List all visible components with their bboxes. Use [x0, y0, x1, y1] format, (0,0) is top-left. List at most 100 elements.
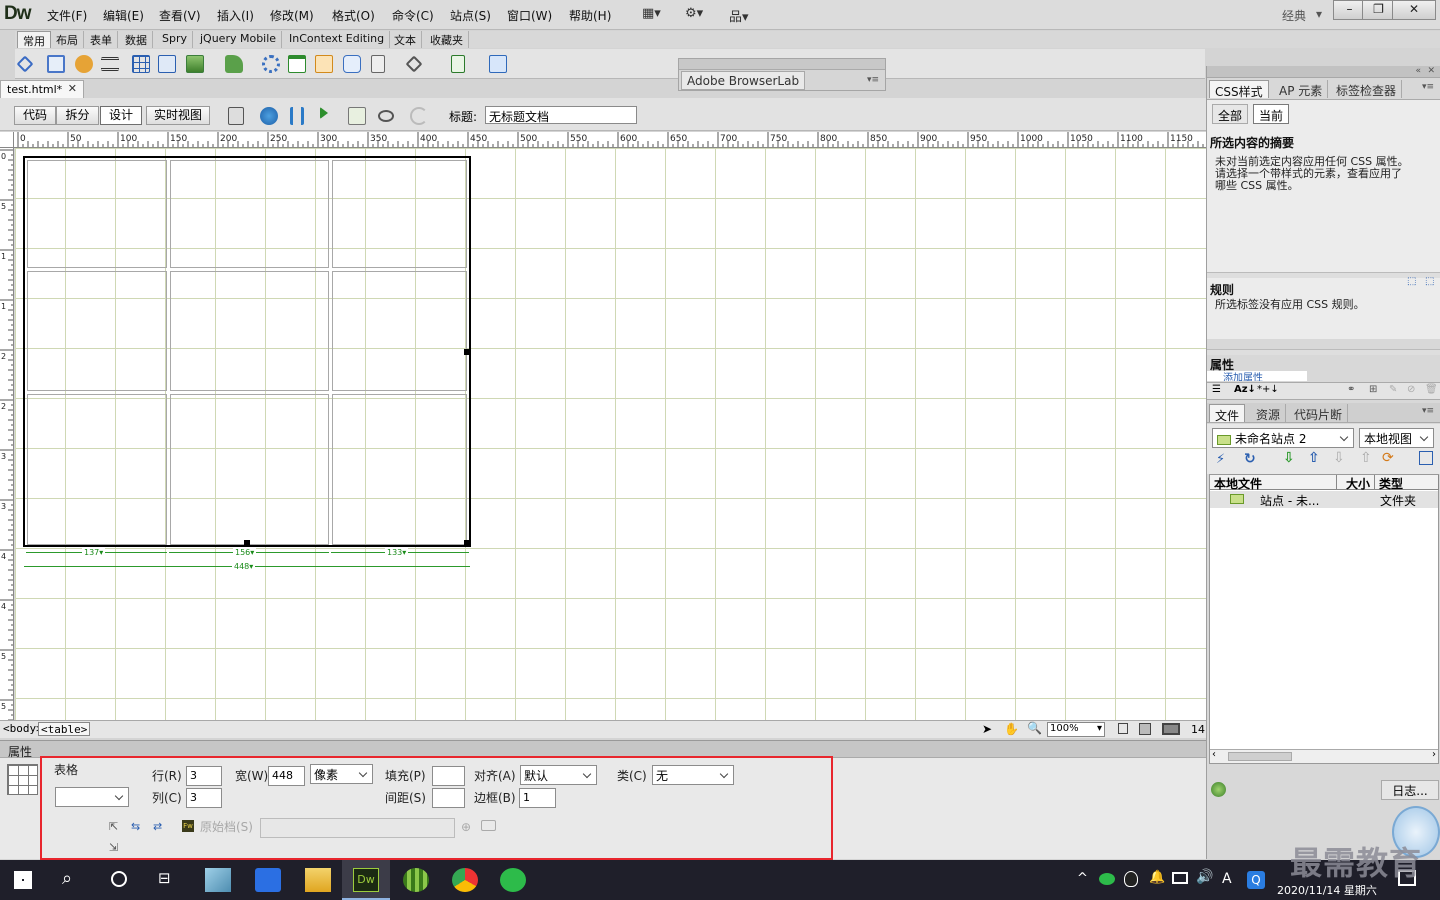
- insert-tab-jquery-mobile[interactable]: jQuery Mobile: [195, 31, 283, 48]
- category-view-icon[interactable]: ☰: [1212, 384, 1221, 395]
- task-view-icon[interactable]: ⊟: [158, 869, 171, 887]
- date-icon[interactable]: [288, 55, 306, 73]
- expand-icon[interactable]: [1419, 451, 1433, 465]
- menu-view[interactable]: 查看(V): [159, 7, 201, 24]
- wps-icon[interactable]: [255, 868, 281, 892]
- email-link-icon[interactable]: [47, 55, 65, 73]
- site-icon[interactable]: 品▾: [729, 6, 749, 25]
- chrome-icon[interactable]: [452, 868, 478, 892]
- script-icon[interactable]: [405, 55, 423, 73]
- file-management-icon[interactable]: [290, 107, 304, 125]
- tab-css-styles[interactable]: CSS样式: [1209, 80, 1269, 99]
- design-view-button[interactable]: 设计: [100, 106, 142, 125]
- current-mode-button[interactable]: 当前: [1253, 104, 1290, 124]
- document-title-input[interactable]: 无标题文档: [485, 106, 637, 124]
- hyperlink-icon[interactable]: [16, 55, 34, 73]
- pointer-tool-icon[interactable]: ➤: [982, 722, 992, 736]
- table-icon[interactable]: [132, 55, 150, 73]
- insert-tab-favorites[interactable]: 收藏夹: [425, 31, 469, 48]
- menu-edit[interactable]: 编辑(E): [103, 7, 144, 24]
- synchronize-icon[interactable]: ⟳: [1382, 450, 1394, 466]
- table-cell[interactable]: [332, 271, 467, 391]
- tag-chooser-icon[interactable]: [489, 55, 507, 73]
- tab-files[interactable]: 文件: [1209, 404, 1246, 423]
- widget-icon[interactable]: [262, 55, 280, 73]
- scroll-left-icon[interactable]: ‹: [1212, 749, 1216, 760]
- desktop-size-icon[interactable]: [1162, 723, 1180, 735]
- menu-commands[interactable]: 命令(C): [392, 7, 434, 24]
- pane-divider[interactable]: [1207, 272, 1440, 278]
- site-select[interactable]: 未命名站点 2: [1212, 428, 1354, 448]
- live-view-button[interactable]: 实时视图: [146, 106, 210, 125]
- media-icon[interactable]: [225, 55, 243, 73]
- menu-insert[interactable]: 插入(I): [217, 7, 254, 24]
- tab-ap-elements[interactable]: AP 元素: [1274, 80, 1329, 98]
- volume-icon[interactable]: 🔊: [1196, 869, 1213, 885]
- menu-site[interactable]: 站点(S): [450, 7, 491, 24]
- tab-assets[interactable]: 资源: [1251, 404, 1287, 422]
- horizontal-rule-icon[interactable]: [101, 57, 119, 71]
- hand-tool-icon[interactable]: ✋: [1004, 722, 1019, 736]
- panel-menu-icon[interactable]: ▾≡: [867, 75, 879, 85]
- list-item[interactable]: 站点 - 未... 文件夹: [1210, 491, 1438, 508]
- insert-tab-data[interactable]: 数据: [120, 31, 153, 48]
- add-property-link[interactable]: 添加属性: [1223, 371, 1263, 381]
- refresh-files-icon[interactable]: ↻: [1244, 451, 1256, 467]
- ime-indicator[interactable]: A: [1222, 871, 1232, 887]
- panel-grip[interactable]: « ✕: [1207, 66, 1440, 78]
- column-type[interactable]: 类型: [1375, 475, 1439, 491]
- resize-handle-corner[interactable]: [464, 540, 470, 546]
- all-mode-button[interactable]: 全部: [1212, 104, 1249, 124]
- table-cell[interactable]: [332, 394, 467, 545]
- files-options-icon[interactable]: ▾≡: [1422, 406, 1434, 416]
- horizontal-scrollbar[interactable]: ‹ ›: [1210, 749, 1438, 763]
- table-width-label[interactable]: 448▾: [232, 562, 256, 571]
- div-icon[interactable]: [158, 55, 176, 73]
- refresh-icon[interactable]: [410, 107, 428, 125]
- menu-window[interactable]: 窗口(W): [507, 7, 552, 24]
- alphabetical-view-icon[interactable]: Az↓: [1234, 384, 1256, 395]
- ruler-origin[interactable]: [0, 132, 14, 148]
- cortana-icon[interactable]: [111, 871, 127, 887]
- selected-table[interactable]: [23, 156, 471, 547]
- wechat-icon[interactable]: [500, 868, 526, 892]
- network-icon[interactable]: [1172, 872, 1188, 884]
- browser-check-icon[interactable]: [320, 107, 328, 119]
- pane-divider[interactable]: [1207, 349, 1440, 355]
- table-cell[interactable]: [27, 394, 167, 545]
- tab-snippets[interactable]: 代码片断: [1289, 404, 1349, 422]
- split-view-button[interactable]: 拆分: [56, 106, 99, 125]
- zoom-tool-icon[interactable]: 🔍: [1027, 721, 1042, 735]
- disable-rule-icon[interactable]: ⊘: [1407, 384, 1415, 395]
- attach-stylesheet-icon[interactable]: ⚭: [1347, 384, 1355, 395]
- insert-tab-text[interactable]: 文本: [389, 31, 422, 48]
- check-out-icon[interactable]: ⇩: [1333, 450, 1345, 466]
- col1-width-label[interactable]: 137▾: [82, 548, 106, 557]
- dreamweaver-icon[interactable]: Dw: [353, 868, 379, 892]
- workspace-switcher[interactable]: 经典: [1282, 7, 1306, 24]
- resize-handle-bottom[interactable]: [244, 540, 250, 546]
- app-icon[interactable]: [205, 868, 231, 892]
- visual-aids-icon[interactable]: [348, 107, 366, 125]
- browserlab-grip[interactable]: [679, 59, 885, 70]
- mobile-size-icon[interactable]: [1118, 723, 1128, 734]
- tray-q-icon[interactable]: Q: [1247, 871, 1265, 889]
- log-button[interactable]: 日志...: [1381, 780, 1439, 800]
- gear-icon[interactable]: ⚙▾: [685, 6, 703, 21]
- image-icon[interactable]: [186, 55, 204, 73]
- resize-handle-right[interactable]: [464, 349, 470, 355]
- table-cell[interactable]: [27, 271, 167, 391]
- insert-tab-incontext[interactable]: InContext Editing: [284, 31, 391, 48]
- add-property-row[interactable]: 添加属性: [1207, 371, 1307, 381]
- check-in-icon[interactable]: ⇧: [1360, 450, 1372, 466]
- insert-tab-forms[interactable]: 表单: [85, 31, 118, 48]
- menu-modify[interactable]: 修改(M): [270, 7, 314, 24]
- close-panels-icon[interactable]: ✕: [1427, 66, 1435, 76]
- notification-bell-icon[interactable]: 🔔: [1149, 870, 1165, 885]
- put-files-icon[interactable]: ⇧: [1308, 450, 1320, 466]
- connect-icon[interactable]: ⚡: [1216, 452, 1225, 467]
- set-properties-view-icon[interactable]: *+↓: [1257, 384, 1279, 395]
- table-cell[interactable]: [27, 160, 167, 268]
- close-button[interactable]: ✕: [1392, 0, 1436, 20]
- melon-app-icon[interactable]: [403, 868, 429, 892]
